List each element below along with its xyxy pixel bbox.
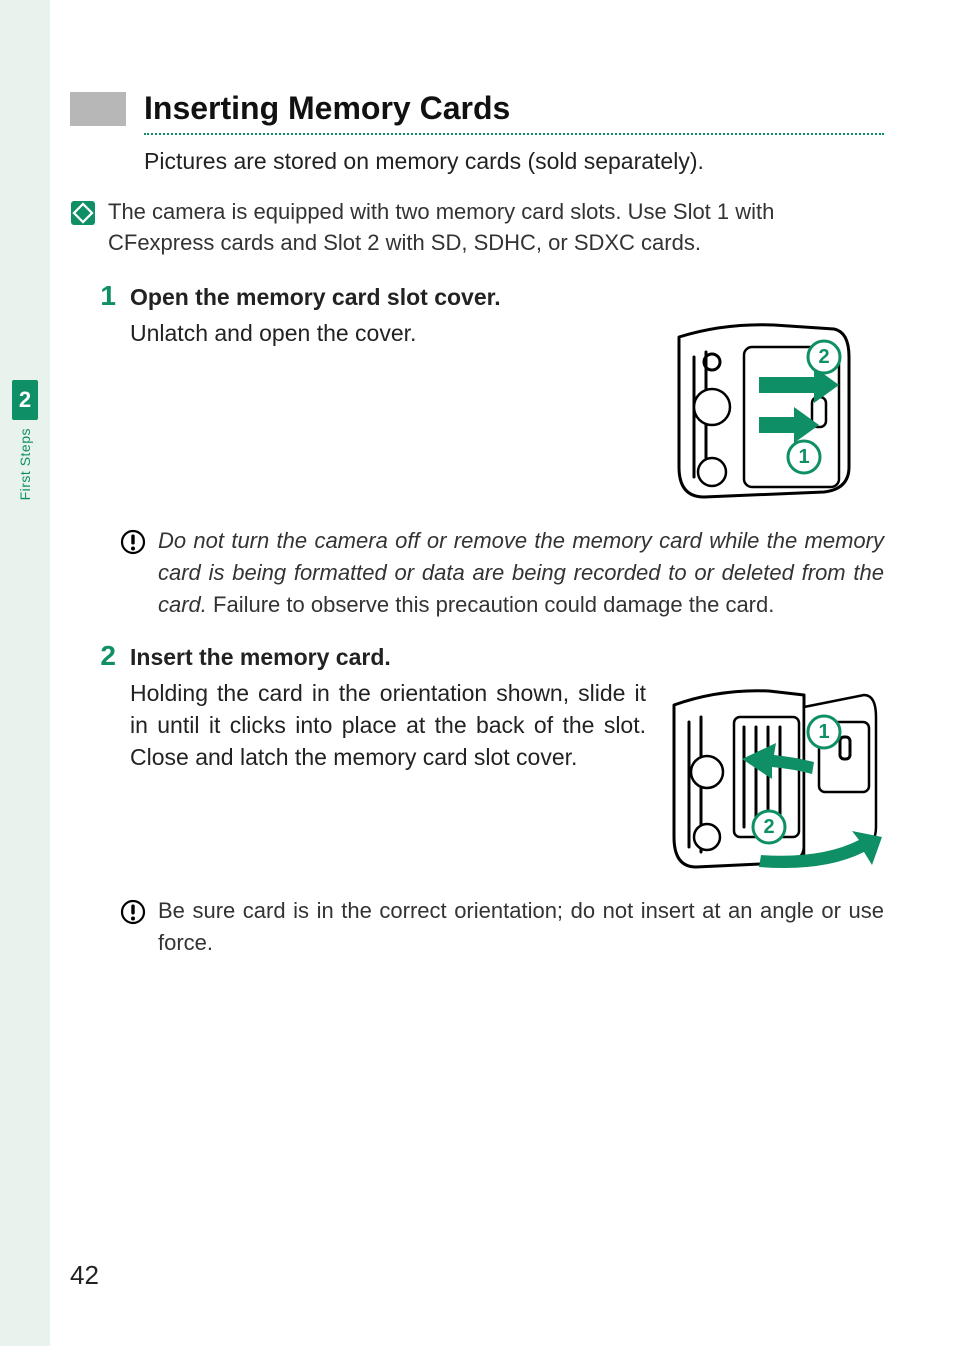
step-body: Insert the memory card. Holding the card…: [130, 641, 884, 877]
step-2: 2 Insert the memory card. Holding the ca…: [70, 641, 884, 877]
dotted-rule: [144, 133, 884, 135]
side-tab: 2 First Steps: [12, 380, 38, 500]
step-text: Holding the card in the orientation show…: [130, 677, 646, 774]
caution-text: Be sure card is in the correct orientati…: [158, 895, 884, 959]
step-2-illustration: 1 2: [664, 677, 884, 877]
step-text-wrap: Unlatch and open the cover.: [130, 317, 884, 507]
tip-note: The camera is equipped with two memory c…: [70, 197, 884, 259]
step-text: Unlatch and open the cover.: [130, 317, 646, 349]
step-2-caution: Be sure card is in the correct orientati…: [120, 895, 884, 959]
step-title: Insert the memory card.: [130, 641, 884, 673]
chapter-number-badge: 2: [12, 380, 38, 420]
step-1: 1 Open the memory card slot cover. Unlat…: [70, 281, 884, 507]
intro-text: Pictures are stored on memory cards (sol…: [144, 145, 884, 177]
caution-text: Do not turn the camera off or remove the…: [158, 525, 884, 621]
step-text-wrap: Holding the card in the orientation show…: [130, 677, 884, 877]
step-title: Open the memory card slot cover.: [130, 281, 884, 313]
tip-note-text: The camera is equipped with two memory c…: [108, 197, 884, 259]
callout-2: 2: [763, 816, 774, 838]
step-1-caution: Do not turn the camera off or remove the…: [120, 525, 884, 621]
diamond-icon: [70, 200, 96, 226]
caution-plain: Failure to observe this precaution could…: [207, 592, 774, 617]
page-title: Inserting Memory Cards: [144, 90, 510, 127]
step-number: 1: [90, 281, 116, 312]
chapter-label: First Steps: [17, 428, 33, 500]
caution-icon: [120, 899, 146, 925]
caution-icon: [120, 529, 146, 555]
callout-1: 1: [798, 446, 809, 468]
step-number: 2: [90, 641, 116, 672]
manual-page: 2 First Steps Inserting Memory Cards Pic…: [0, 0, 954, 1346]
callout-1: 1: [818, 721, 829, 743]
callout-2: 2: [818, 346, 829, 368]
heading-block-icon: [70, 92, 126, 126]
page-number: 42: [70, 1260, 99, 1291]
side-strip: [0, 0, 50, 1346]
heading-row: Inserting Memory Cards: [70, 90, 884, 127]
step-body: Open the memory card slot cover. Unlatch…: [130, 281, 884, 507]
step-1-illustration: 2 1: [664, 317, 884, 507]
